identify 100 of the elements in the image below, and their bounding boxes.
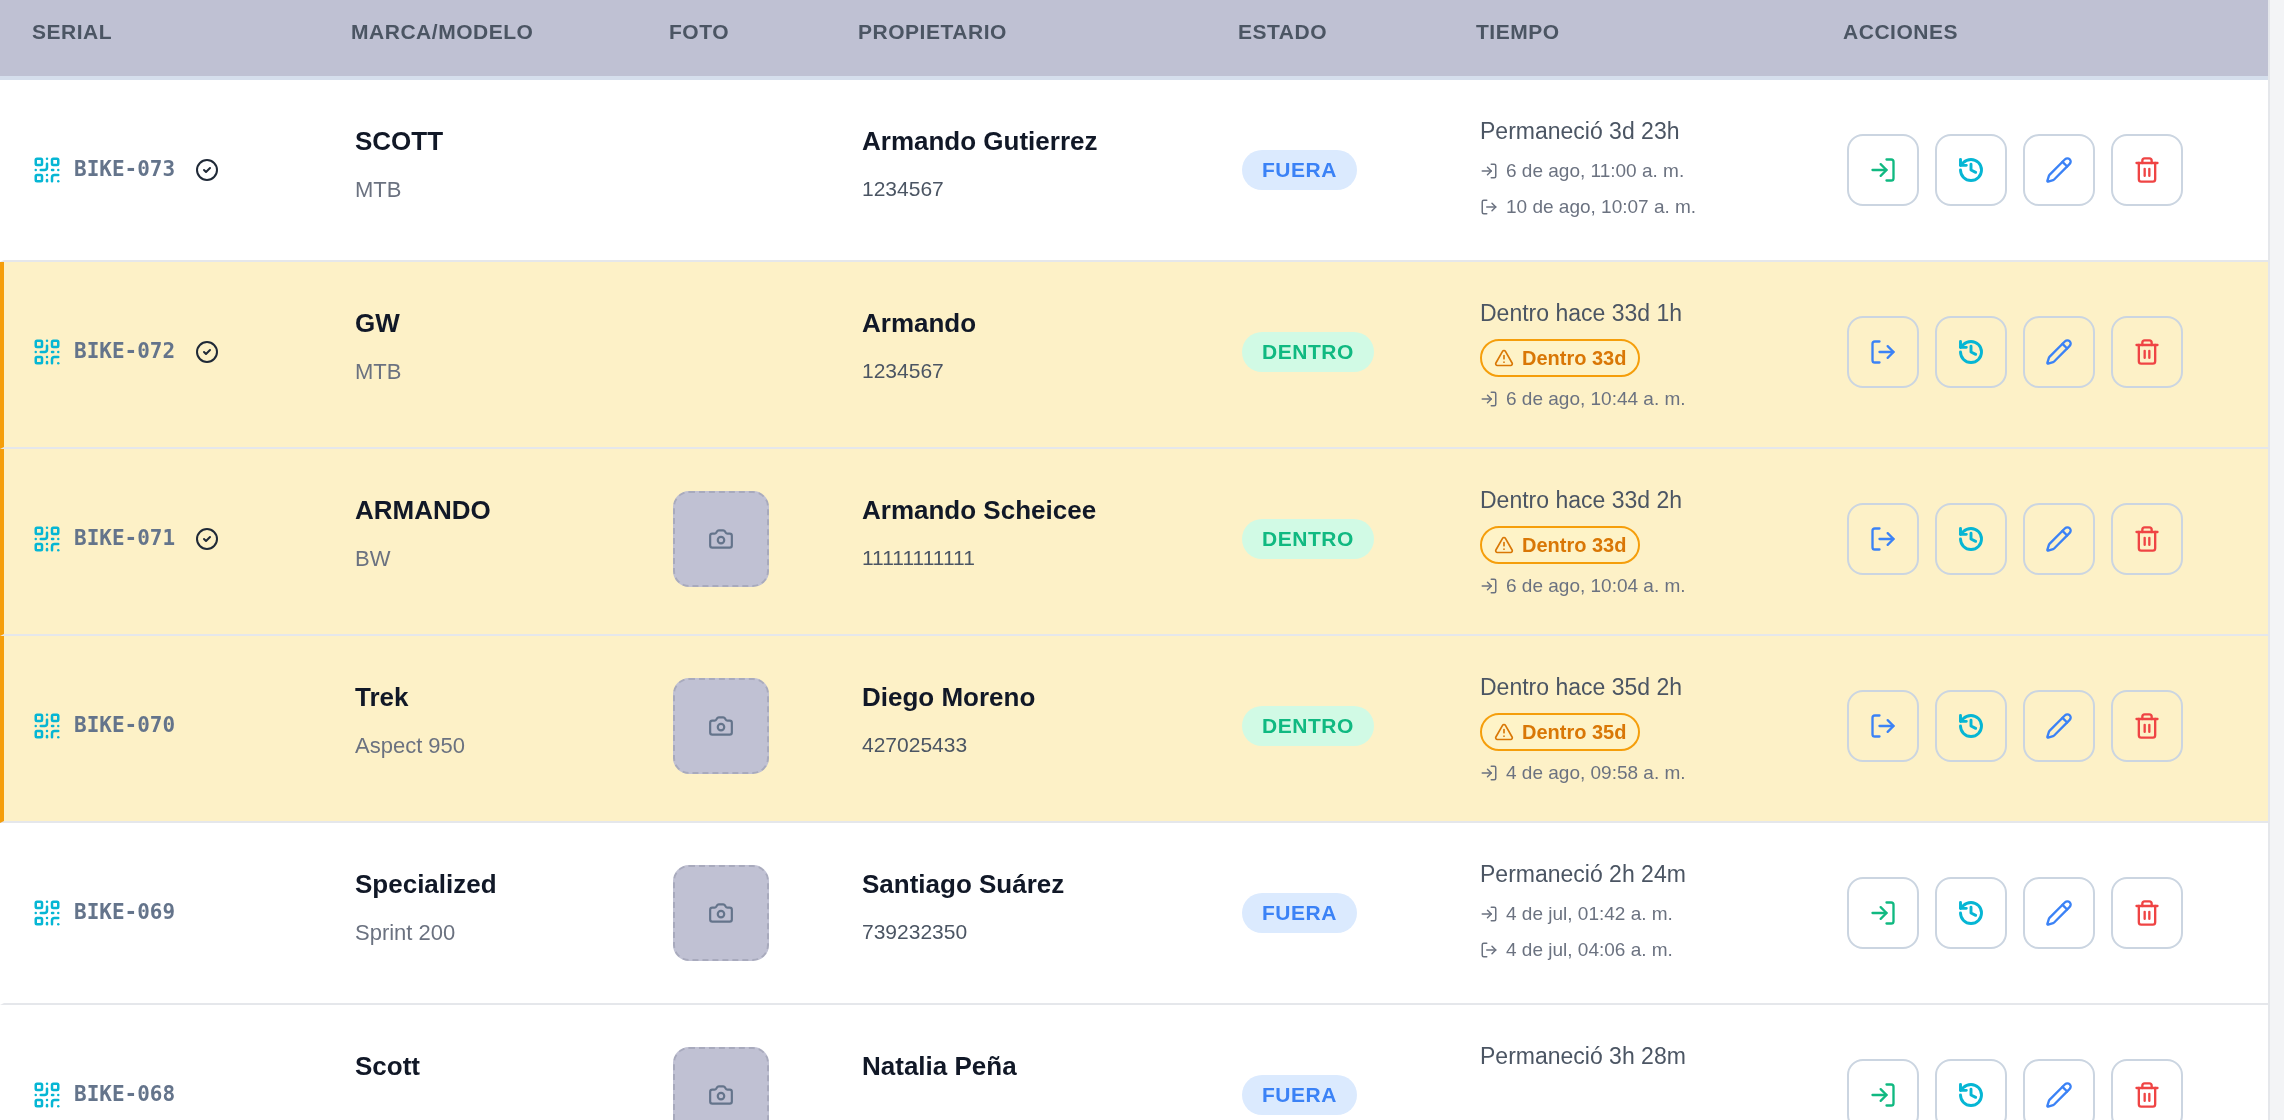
owner-name: Armando [862,307,978,340]
serial-text: BIKE-071 [74,525,176,553]
warning-text: Dentro 33d [1522,345,1627,371]
qr-code-icon [32,1080,62,1110]
history-icon [1957,1081,1985,1109]
camera-icon [708,1082,734,1108]
timestamp-text: 6 de ago, 10:04 a. m. [1506,573,1686,598]
status-badge: FUERA [1242,150,1357,190]
timestamp-text: 4 de jul, 04:06 a. m. [1506,938,1673,962]
warning-icon [1494,721,1514,742]
serial-text: BIKE-072 [74,338,176,366]
edit-button[interactable] [2023,134,2095,206]
qr-code-icon [32,155,62,185]
warning-text: Dentro 35d [1522,719,1627,745]
serial-text: BIKE-070 [74,712,176,740]
history-button[interactable] [1935,690,2007,762]
owner-name: Armando Gutierrez [862,125,1099,158]
edit-button[interactable] [2023,316,2095,388]
column-header: FOTO [669,19,731,45]
edit-icon [2045,525,2073,553]
model-text: MTB [355,358,403,386]
brand-text: ARMANDO [355,494,492,527]
owner-name: Santiago Suárez [862,868,1066,901]
delete-icon [2133,899,2161,927]
qr-code-icon [32,711,62,741]
delete-button[interactable] [2111,316,2183,388]
timestamp-text: 10 de ago, 10:07 a. m. [1506,195,1697,219]
edit-button[interactable] [2023,877,2095,949]
owner-name: Diego Moreno [862,681,1037,714]
edit-icon [2045,1081,2073,1109]
check-out-button[interactable] [1847,316,1919,388]
history-button[interactable] [1935,134,2007,206]
status-badge: DENTRO [1242,332,1374,372]
history-button[interactable] [1935,1059,2007,1120]
brand-text: Specialized [355,868,498,901]
owner-id: 739232350 [862,919,969,945]
column-header: PROPIETARIO [858,19,1008,45]
history-button[interactable] [1935,316,2007,388]
timestamp-text: 6 de ago, 11:00 a. m. [1506,158,1685,183]
brand-text: Scott [355,1050,421,1083]
history-icon [1957,899,1985,927]
edit-icon [2045,338,2073,366]
delete-button[interactable] [2111,1059,2183,1120]
owner-id: 11111111111 [862,545,976,571]
brand-text: SCOTT [355,125,445,158]
model-text: BW [355,545,392,573]
edit-icon [2045,899,2073,927]
column-header: SERIAL [31,19,114,45]
timestamp-text: 6 de ago, 10:44 a. m. [1506,386,1686,411]
status-badge: DENTRO [1242,706,1374,746]
duration-text: Permaneció 3h 28m [1480,1042,1686,1071]
delete-button[interactable] [2111,503,2183,575]
warning-text: Dentro 33d [1522,532,1627,558]
owner-id: 1234567 [862,176,945,202]
brand-text: GW [355,307,401,340]
history-icon [1957,712,1985,740]
owner-name: Armando Scheicee [862,494,1098,527]
entry-arrow-icon [1480,389,1498,408]
model-text: Sprint 200 [355,919,457,947]
history-icon [1957,525,1985,553]
serial-text: BIKE-068 [74,1081,176,1109]
check-in-button[interactable] [1847,1059,1919,1120]
status-badge: FUERA [1242,1075,1357,1115]
entry-arrow-icon [1480,904,1498,923]
serial-text: BIKE-073 [74,156,176,184]
edit-button[interactable] [2023,1059,2095,1120]
owner-name: Natalia Peña [862,1050,1018,1083]
column-header: ACCIONES [1843,19,1960,45]
delete-icon [2133,156,2161,184]
duration-text: Dentro hace 33d 1h [1480,299,1683,328]
delete-button[interactable] [2111,877,2183,949]
entry-arrow-icon [1480,576,1498,595]
camera-icon [708,713,734,739]
edit-icon [2045,712,2073,740]
check-in-button[interactable] [1847,877,1919,949]
history-icon [1957,338,1985,366]
delete-button[interactable] [2111,134,2183,206]
history-button[interactable] [1935,503,2007,575]
timestamp-text: 4 de jul, 01:42 a. m. [1506,901,1673,926]
check-out-button[interactable] [1847,503,1919,575]
check-in-button[interactable] [1847,134,1919,206]
history-button[interactable] [1935,877,2007,949]
brand-text: Trek [355,681,410,714]
model-text: Aspect 950 [355,732,467,760]
serial-text: BIKE-069 [74,899,176,927]
status-badge: DENTRO [1242,519,1374,559]
duration-text: Dentro hace 33d 2h [1480,486,1683,515]
warning-icon [1494,534,1514,555]
duration-text: Permaneció 2h 24m [1480,860,1686,889]
edit-button[interactable] [2023,503,2095,575]
edit-button[interactable] [2023,690,2095,762]
column-header: MARCA/MODELO [351,19,535,45]
status-badge: FUERA [1242,893,1357,933]
edit-icon [2045,156,2073,184]
qr-code-icon [32,524,62,554]
column-header: ESTADO [1238,19,1329,45]
check-out-button[interactable] [1847,690,1919,762]
column-header: TIEMPO [1476,19,1561,45]
camera-icon [708,526,734,552]
delete-button[interactable] [2111,690,2183,762]
